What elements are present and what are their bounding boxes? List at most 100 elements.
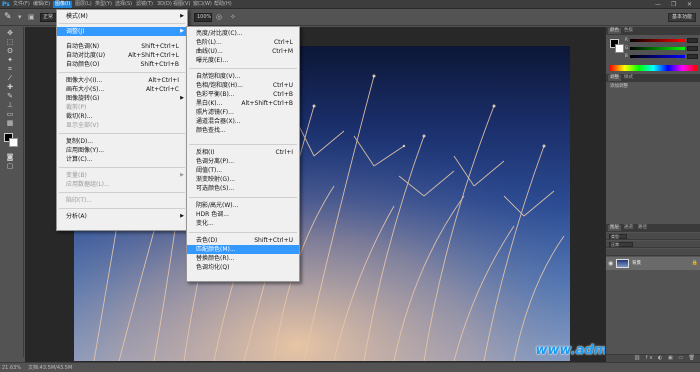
menu-layer[interactable]: 图层(L) bbox=[75, 1, 92, 8]
adjust-menu-item-0[interactable]: 亮度/对比度(C)... bbox=[187, 29, 299, 38]
image-menu-item-9[interactable]: 裁切(R)... bbox=[57, 112, 187, 121]
eye-icon[interactable]: ◉ bbox=[608, 260, 613, 267]
adjust-menu-item-21[interactable]: 替换颜色(R)... bbox=[187, 254, 299, 263]
gradient-tool-icon[interactable]: ▦ bbox=[5, 119, 15, 128]
menu-image[interactable]: 图像(I) bbox=[53, 1, 73, 8]
tab-layers[interactable]: 图层 bbox=[608, 225, 621, 231]
adjust-menu-item-15[interactable]: 可选颜色(S)... bbox=[187, 184, 299, 193]
adjust-menu-item-4[interactable]: 自然饱和度(V)... bbox=[187, 72, 299, 81]
menu-3d[interactable]: 3D(D) bbox=[157, 1, 172, 8]
menu-file[interactable]: 文件(F) bbox=[13, 1, 30, 8]
airbrush-icon[interactable]: ✧ bbox=[230, 13, 236, 22]
adjust-menu-item-22[interactable]: 色调均化(Q) bbox=[187, 263, 299, 272]
tab-swatches[interactable]: 色板 bbox=[622, 28, 635, 34]
zoom-level[interactable]: 21.63% bbox=[2, 365, 21, 371]
adjust-menu-item-12[interactable]: 色调分离(P)... bbox=[187, 157, 299, 166]
image-menu-item-13[interactable]: 计算(C)... bbox=[57, 155, 187, 164]
tab-channels[interactable]: 通道 bbox=[622, 225, 635, 231]
healing-tool-icon[interactable]: ✚ bbox=[5, 83, 15, 92]
marquee-tool-icon[interactable]: ⬚ bbox=[5, 38, 15, 47]
adjust-menu-item-19[interactable]: 去色(D) Shift+Ctrl+U bbox=[187, 236, 299, 245]
image-menu-item-17[interactable]: 分析(A) ▶ bbox=[57, 212, 187, 221]
adjust-menu-item-label: 阈值(T)... bbox=[196, 167, 223, 174]
lasso-tool-icon[interactable]: ʘ bbox=[5, 47, 15, 56]
layer-thumbnail bbox=[616, 259, 629, 268]
quick-select-tool-icon[interactable]: ✦ bbox=[5, 56, 15, 65]
adjust-menu-item-10[interactable]: 颜色查找... bbox=[187, 126, 299, 135]
adjust-menu-item-7[interactable]: 黑白(K)... Alt+Shift+Ctrl+B bbox=[187, 99, 299, 108]
layer-footer-icons[interactable]: ⛓ fx ◐ ▣ ▭ 🗑 bbox=[606, 354, 700, 362]
layer-blend-select[interactable]: 正常 bbox=[609, 242, 633, 247]
adjust-menu-item-11[interactable]: 反相(I) Ctrl+I bbox=[187, 148, 299, 157]
adjust-menu-item-label: 色调分离(P)... bbox=[196, 158, 235, 165]
menu-window[interactable]: 窗口(W) bbox=[193, 1, 212, 8]
close-icon[interactable]: ✕ bbox=[687, 0, 692, 9]
adjust-menu-separator bbox=[189, 144, 297, 145]
menu-edit[interactable]: 编辑(E) bbox=[33, 1, 50, 8]
image-menu-item-6[interactable]: 画布大小(S)... Alt+Ctrl+C bbox=[57, 85, 187, 94]
blue-slider[interactable] bbox=[630, 55, 685, 58]
tab-styles[interactable]: 样式 bbox=[622, 75, 635, 81]
adjust-menu-item-9[interactable]: 通道混合器(X)... bbox=[187, 117, 299, 126]
menu-help[interactable]: 帮助(H) bbox=[214, 1, 232, 8]
image-menu-item-4[interactable]: 自动颜色(O) Shift+Ctrl+B bbox=[57, 60, 187, 69]
crop-tool-icon[interactable]: ⌗ bbox=[5, 65, 15, 74]
workspace-select[interactable]: 基本功能 bbox=[667, 13, 696, 22]
submenu-arrow-icon: ▶ bbox=[180, 95, 184, 101]
toggle-brush-panel-icon[interactable]: ▣ bbox=[28, 13, 35, 22]
quick-mask-icon[interactable]: ◙ bbox=[5, 153, 15, 162]
green-value[interactable] bbox=[687, 46, 698, 51]
layer-kind-select[interactable]: 类型 bbox=[609, 234, 627, 239]
background-color-swatch[interactable] bbox=[9, 138, 18, 147]
adjust-menu-item-13[interactable]: 阈值(T)... bbox=[187, 166, 299, 175]
menu-select[interactable]: 选择(S) bbox=[115, 1, 132, 8]
adjust-menu-item-5[interactable]: 色相/饱和度(H)... Ctrl+U bbox=[187, 81, 299, 90]
red-value[interactable] bbox=[687, 38, 698, 43]
opacity-field[interactable]: 100% bbox=[194, 13, 212, 22]
panel-background-swatch[interactable] bbox=[615, 44, 624, 53]
green-slider[interactable] bbox=[630, 47, 685, 50]
adjust-menu-item-label: 阴影/高光(W)... bbox=[196, 202, 239, 209]
adjust-menu-item-20[interactable]: 匹配颜色(M)... bbox=[187, 245, 299, 254]
color-spectrum[interactable] bbox=[610, 65, 697, 71]
tab-paths[interactable]: 路径 bbox=[636, 225, 649, 231]
screen-mode-icon[interactable]: ▢ bbox=[5, 162, 15, 171]
minimize-icon[interactable]: — bbox=[655, 0, 661, 9]
adjust-menu-item-14[interactable]: 渐变映射(G)... bbox=[187, 175, 299, 184]
menu-view[interactable]: 视图(V) bbox=[173, 1, 190, 8]
image-menu-item-5[interactable]: 图像大小(I)... Alt+Ctrl+I bbox=[57, 76, 187, 85]
adjust-menu-item-6[interactable]: 色彩平衡(B)... Ctrl+B bbox=[187, 90, 299, 99]
brush-tool-icon[interactable]: ✎ bbox=[4, 12, 14, 22]
image-menu-item-8: 裁剪(P) bbox=[57, 103, 187, 112]
brush-preset-icon[interactable]: ▾ bbox=[18, 13, 22, 22]
image-menu-item-2[interactable]: 自动色调(N) Shift+Ctrl+L bbox=[57, 42, 187, 51]
adjust-menu-item-3[interactable]: 曝光度(E)... bbox=[187, 56, 299, 65]
maximize-icon[interactable]: ❐ bbox=[671, 0, 676, 9]
brush-tool-icon-2[interactable]: ✎ bbox=[5, 92, 15, 101]
adjust-menu-item-2[interactable]: 曲线(U)... Ctrl+M bbox=[187, 47, 299, 56]
tab-color[interactable]: 颜色 bbox=[608, 28, 621, 34]
adjust-menu-item-18[interactable]: 变化... bbox=[187, 219, 299, 228]
layer-background[interactable]: ◉ 背景 🔒 bbox=[606, 257, 700, 270]
adjust-menu-item-8[interactable]: 照片滤镜(F)... bbox=[187, 108, 299, 117]
menu-type[interactable]: 类型(Y) bbox=[95, 1, 112, 8]
image-menu-item-0[interactable]: 模式(M) ▶ bbox=[57, 12, 187, 21]
image-menu-item-label: 复制(D)... bbox=[66, 138, 94, 145]
menu-filter[interactable]: 滤镜(T) bbox=[136, 1, 153, 8]
adjust-menu-item-17[interactable]: HDR 色调... bbox=[187, 210, 299, 219]
image-menu-item-12[interactable]: 应用图像(Y)... bbox=[57, 146, 187, 155]
stamp-tool-icon[interactable]: ⊥ bbox=[5, 101, 15, 110]
image-menu-item-11[interactable]: 复制(D)... bbox=[57, 137, 187, 146]
red-slider[interactable] bbox=[630, 39, 685, 42]
move-tool-icon[interactable]: ✥ bbox=[5, 29, 15, 38]
image-menu-item-3[interactable]: 自动对比度(U) Alt+Shift+Ctrl+L bbox=[57, 51, 187, 60]
adjust-menu-item-1[interactable]: 色阶(L)... Ctrl+L bbox=[187, 38, 299, 47]
eyedropper-tool-icon[interactable]: ⁄ bbox=[5, 74, 15, 83]
blue-value[interactable] bbox=[687, 54, 698, 59]
eraser-tool-icon[interactable]: ▭ bbox=[5, 110, 15, 119]
adjust-menu-item-16[interactable]: 阴影/高光(W)... bbox=[187, 201, 299, 210]
pressure-opacity-icon[interactable]: ◎ bbox=[216, 13, 222, 22]
tab-adjustments[interactable]: 调整 bbox=[608, 75, 621, 81]
image-menu-item-1[interactable]: 调整(J) ▶ bbox=[57, 27, 187, 36]
image-menu-item-7[interactable]: 图像旋转(G) ▶ bbox=[57, 94, 187, 103]
